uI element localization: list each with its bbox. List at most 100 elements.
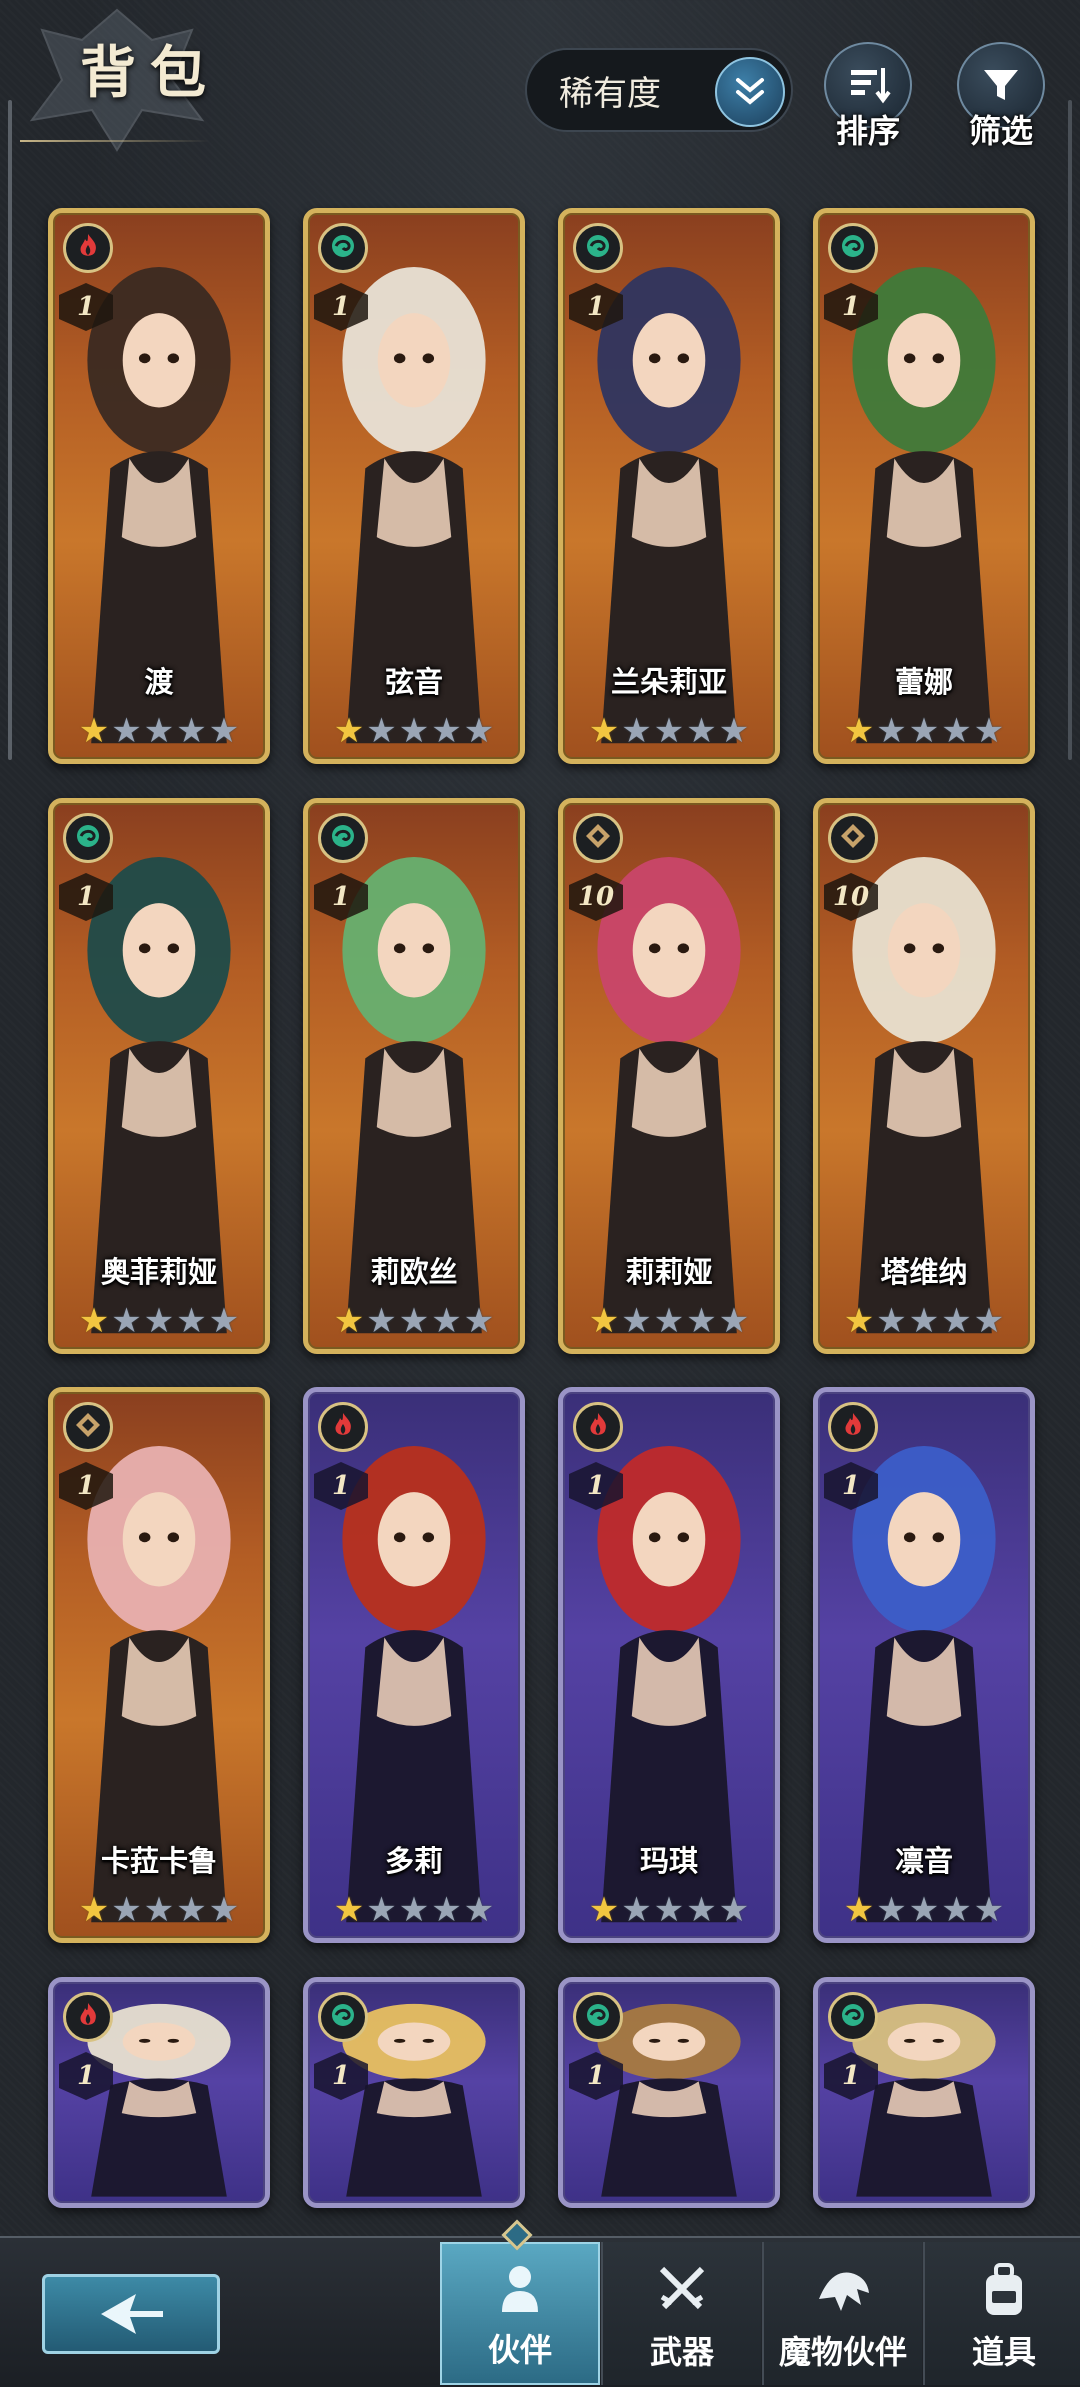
star-empty-icon: ★ bbox=[208, 1890, 240, 1930]
card-grid: 1 渡 ★ ★ ★ ★ ★ 1 弦音 ★ ★ ★ ★ ★ 1 兰朵莉亚 ★ ★ ★ ★ ★ 1 蕾娜 ★ ★ ★ ★ ★ 1 奥菲… bbox=[0, 0, 1080, 2220]
star-rating: ★ ★ ★ ★ ★ bbox=[53, 1303, 265, 1339]
star-rating: ★ ★ ★ ★ ★ bbox=[308, 713, 520, 749]
star-rating: ★ ★ ★ ★ ★ bbox=[563, 1892, 775, 1928]
element-badge bbox=[63, 1402, 113, 1452]
character-card[interactable]: 10 莉莉娅 ★ ★ ★ ★ ★ bbox=[558, 798, 780, 1354]
star-empty-icon: ★ bbox=[366, 711, 397, 751]
character-name: 弦音 bbox=[384, 665, 443, 699]
wind-icon bbox=[582, 230, 614, 266]
star-empty-icon: ★ bbox=[908, 1890, 940, 1930]
character-card[interactable]: 1 玛琪 ★ ★ ★ ★ ★ bbox=[558, 1387, 780, 1943]
star-empty-icon: ★ bbox=[718, 1301, 750, 1341]
tab-monster[interactable]: 魔物伙伴 bbox=[762, 2242, 922, 2385]
tab-label: 伙伴 bbox=[487, 2331, 552, 2369]
star-empty-icon: ★ bbox=[621, 1890, 652, 1930]
star-empty-icon: ★ bbox=[908, 711, 940, 751]
star-empty-icon: ★ bbox=[398, 1890, 430, 1930]
star-empty-icon: ★ bbox=[941, 711, 972, 751]
earth-icon bbox=[837, 820, 869, 856]
character-card[interactable]: 1 莉欧丝 ★ ★ ★ ★ ★ bbox=[303, 798, 525, 1354]
character-name: 多莉 bbox=[384, 1844, 443, 1878]
fire-icon bbox=[583, 1410, 613, 1444]
character-name: 凛音 bbox=[894, 1844, 953, 1878]
partner-icon bbox=[490, 2257, 550, 2321]
tab-backpack[interactable]: 道具 bbox=[923, 2242, 1080, 2385]
character-name: 塔维纳 bbox=[880, 1255, 968, 1289]
character-name: 兰朵莉亚 bbox=[610, 665, 727, 699]
star-filled-icon: ★ bbox=[78, 711, 110, 751]
character-card[interactable]: 1 奥菲莉娅 ★ ★ ★ ★ ★ bbox=[48, 798, 270, 1354]
character-card[interactable]: 1 bbox=[558, 1977, 780, 2208]
tab-crossed-swords[interactable]: 武器 bbox=[601, 2242, 761, 2385]
star-empty-icon: ★ bbox=[143, 711, 175, 751]
star-empty-icon: ★ bbox=[208, 711, 240, 751]
character-card[interactable]: 10 塔维纳 ★ ★ ★ ★ ★ bbox=[813, 798, 1035, 1354]
back-arrow-icon bbox=[101, 2294, 163, 2334]
star-filled-icon: ★ bbox=[843, 1890, 875, 1930]
wind-icon bbox=[327, 230, 359, 266]
character-card[interactable]: 1 弦音 ★ ★ ★ ★ ★ bbox=[303, 208, 525, 764]
element-badge bbox=[63, 1992, 113, 2042]
star-empty-icon: ★ bbox=[208, 1301, 240, 1341]
element-badge bbox=[318, 813, 368, 863]
star-empty-icon: ★ bbox=[463, 711, 495, 751]
star-empty-icon: ★ bbox=[653, 1301, 685, 1341]
tab-label: 道具 bbox=[971, 2333, 1036, 2371]
star-empty-icon: ★ bbox=[366, 1890, 397, 1930]
element-badge bbox=[828, 813, 878, 863]
star-empty-icon: ★ bbox=[973, 1890, 1005, 1930]
star-filled-icon: ★ bbox=[333, 1301, 365, 1341]
star-empty-icon: ★ bbox=[876, 711, 907, 751]
character-card[interactable]: 1 多莉 ★ ★ ★ ★ ★ bbox=[303, 1387, 525, 1943]
star-filled-icon: ★ bbox=[78, 1890, 110, 1930]
wind-icon bbox=[327, 1999, 359, 2035]
wind-icon bbox=[72, 820, 104, 856]
character-card[interactable]: 1 渡 ★ ★ ★ ★ ★ bbox=[48, 208, 270, 764]
element-badge bbox=[318, 1992, 368, 2042]
character-card[interactable]: 1 bbox=[813, 1977, 1035, 2208]
backpack-icon bbox=[976, 2259, 1032, 2323]
character-card[interactable]: 1 凛音 ★ ★ ★ ★ ★ bbox=[813, 1387, 1035, 1943]
character-card[interactable]: 1 bbox=[303, 1977, 525, 2208]
star-empty-icon: ★ bbox=[176, 1301, 207, 1341]
character-name: 莉欧丝 bbox=[370, 1255, 458, 1289]
star-empty-icon: ★ bbox=[876, 1301, 907, 1341]
element-badge bbox=[573, 223, 623, 273]
character-card[interactable]: 1 卡菈卡鲁 ★ ★ ★ ★ ★ bbox=[48, 1387, 270, 1943]
tab-label: 武器 bbox=[649, 2333, 714, 2371]
element-badge bbox=[318, 1402, 368, 1452]
star-filled-icon: ★ bbox=[78, 1301, 110, 1341]
tab-label: 魔物伙伴 bbox=[778, 2333, 907, 2371]
character-card[interactable]: 1 bbox=[48, 1977, 270, 2208]
star-empty-icon: ★ bbox=[431, 711, 462, 751]
star-empty-icon: ★ bbox=[431, 1301, 462, 1341]
star-empty-icon: ★ bbox=[463, 1301, 495, 1341]
character-card[interactable]: 1 蕾娜 ★ ★ ★ ★ ★ bbox=[813, 208, 1035, 764]
star-empty-icon: ★ bbox=[621, 711, 652, 751]
tab-partner[interactable]: 伙伴 bbox=[440, 2242, 600, 2385]
star-rating: ★ ★ ★ ★ ★ bbox=[308, 1303, 520, 1339]
star-empty-icon: ★ bbox=[111, 1301, 142, 1341]
element-badge bbox=[573, 1402, 623, 1452]
star-empty-icon: ★ bbox=[653, 711, 685, 751]
fire-icon bbox=[73, 231, 103, 265]
star-empty-icon: ★ bbox=[973, 711, 1005, 751]
star-rating: ★ ★ ★ ★ ★ bbox=[308, 1892, 520, 1928]
star-empty-icon: ★ bbox=[621, 1301, 652, 1341]
element-badge bbox=[573, 813, 623, 863]
star-empty-icon: ★ bbox=[908, 1301, 940, 1341]
star-filled-icon: ★ bbox=[843, 1301, 875, 1341]
character-name: 奥菲莉娅 bbox=[100, 1255, 217, 1289]
character-card[interactable]: 1 兰朵莉亚 ★ ★ ★ ★ ★ bbox=[558, 208, 780, 764]
back-button[interactable] bbox=[42, 2274, 220, 2354]
fire-icon bbox=[838, 1410, 868, 1444]
bottom-nav: 伙伴 武器 魔物伙伴 道具 bbox=[0, 2236, 1080, 2387]
crossed-swords-icon bbox=[652, 2259, 712, 2323]
star-empty-icon: ★ bbox=[111, 1890, 142, 1930]
star-empty-icon: ★ bbox=[366, 1301, 397, 1341]
star-empty-icon: ★ bbox=[686, 1301, 717, 1341]
star-filled-icon: ★ bbox=[588, 1301, 620, 1341]
wind-icon bbox=[582, 1999, 614, 2035]
element-badge bbox=[573, 1992, 623, 2042]
star-empty-icon: ★ bbox=[398, 711, 430, 751]
